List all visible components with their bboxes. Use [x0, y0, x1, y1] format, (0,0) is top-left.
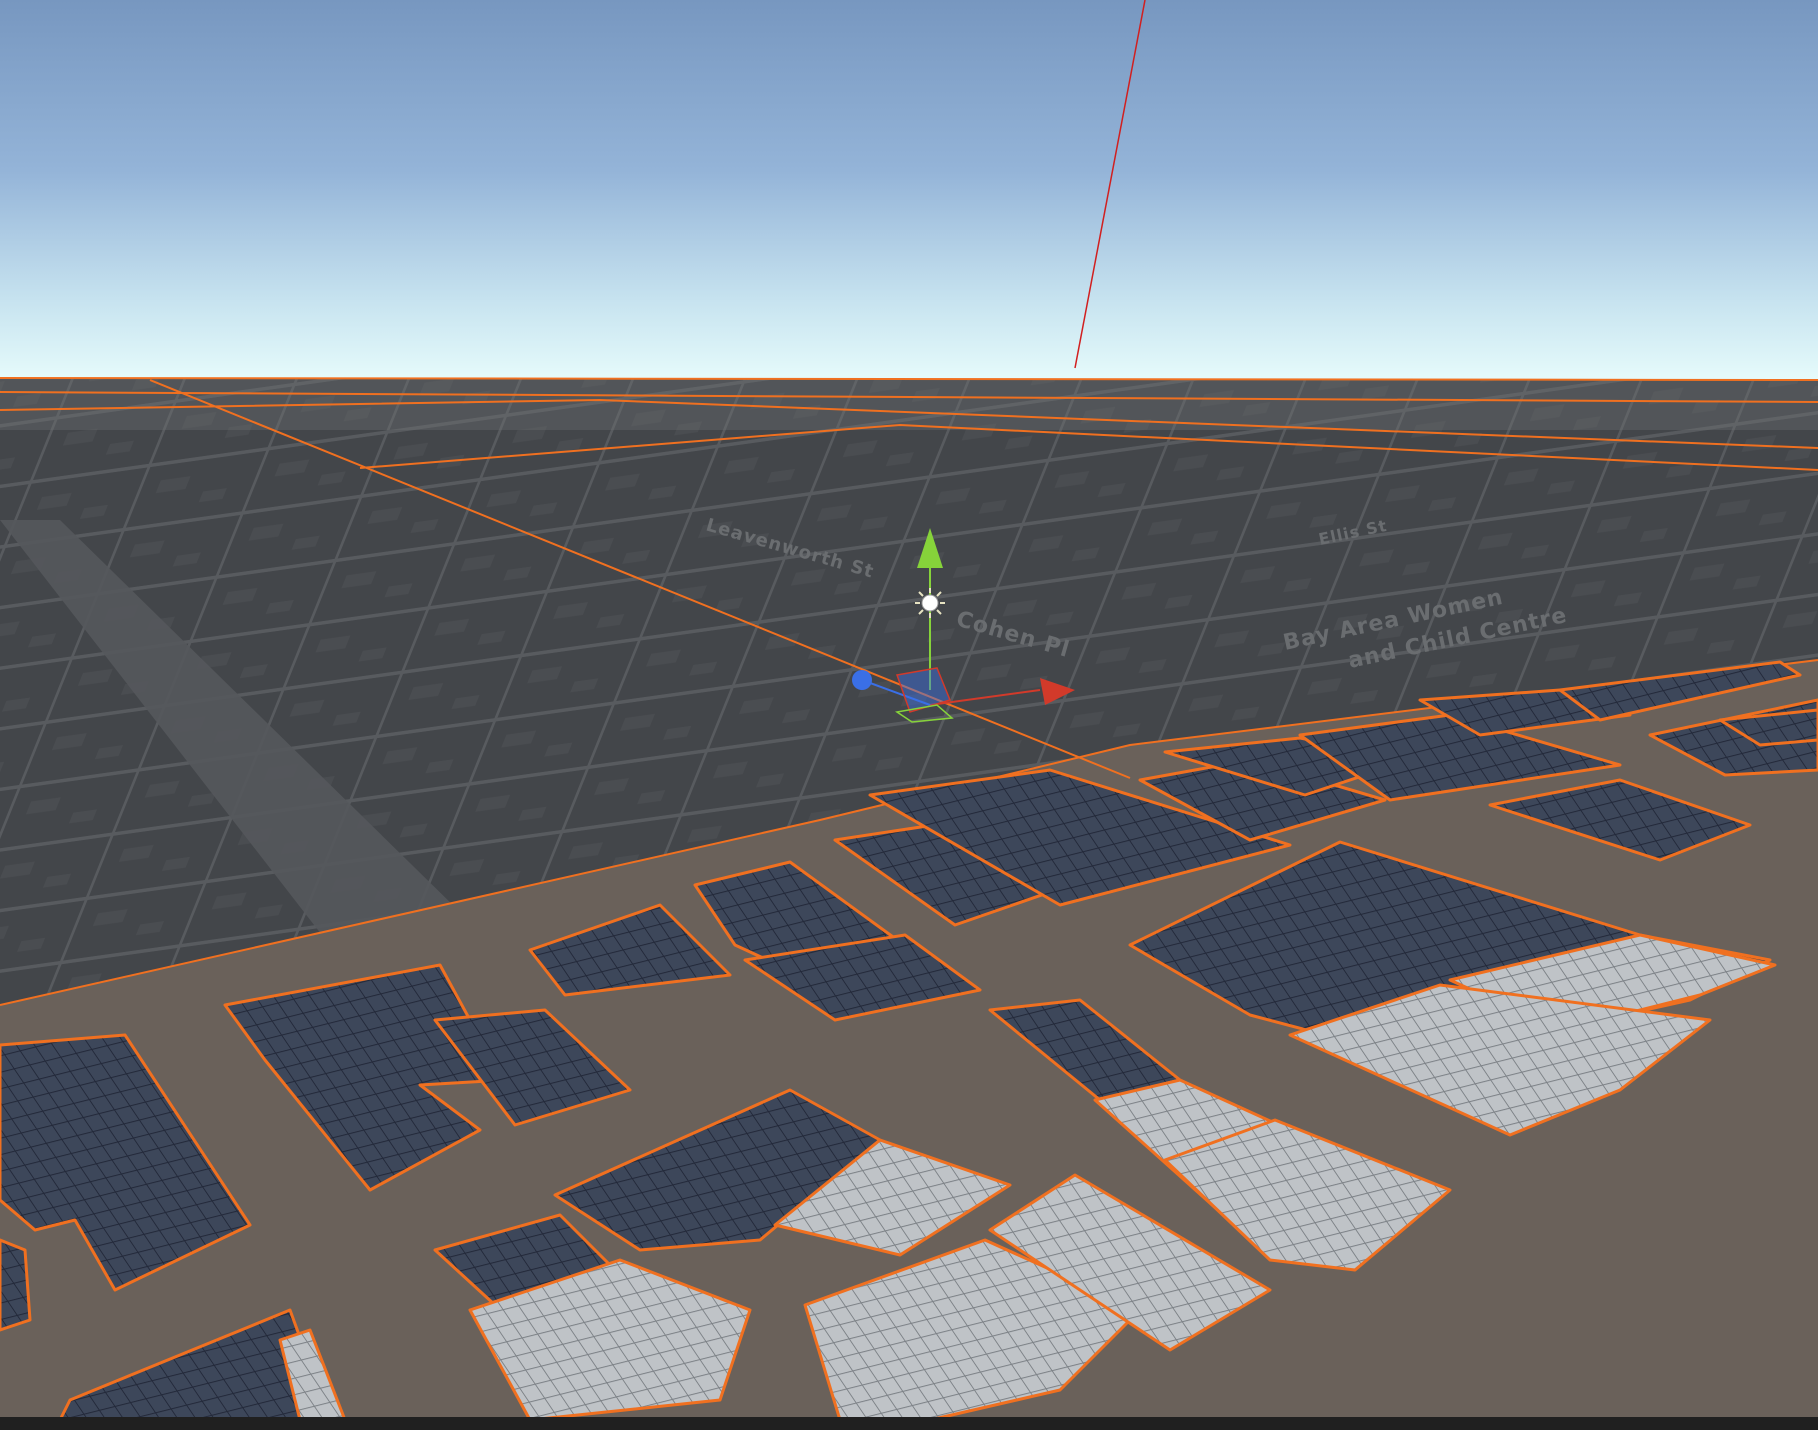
directional-light-icon[interactable]	[915, 588, 945, 618]
building-footprint	[0, 1238, 32, 1332]
scene-viewport[interactable]: Leavenworth St Cohen Pl Ellis St Bay Are…	[0, 0, 1818, 1430]
skybox	[0, 0, 1818, 380]
z-axis-handle[interactable]	[852, 670, 872, 690]
viewport-bottom-border	[0, 1417, 1818, 1430]
